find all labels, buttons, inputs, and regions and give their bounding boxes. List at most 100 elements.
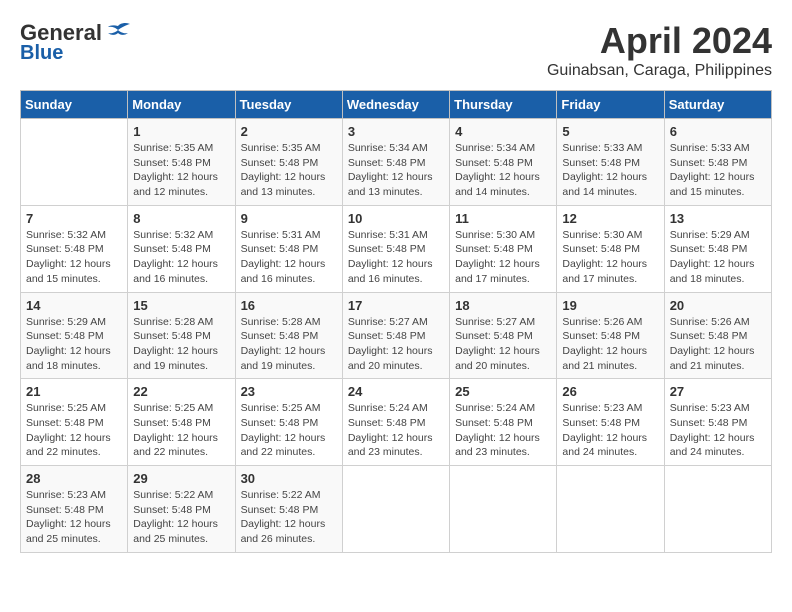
day-number: 21 <box>26 384 122 399</box>
day-of-week-monday: Monday <box>128 91 235 119</box>
day-detail: Sunrise: 5:23 AMSunset: 5:48 PMDaylight:… <box>562 401 658 460</box>
day-of-week-wednesday: Wednesday <box>342 91 449 119</box>
calendar-cell <box>21 119 128 206</box>
day-number: 19 <box>562 298 658 313</box>
day-number: 24 <box>348 384 444 399</box>
day-detail: Sunrise: 5:34 AMSunset: 5:48 PMDaylight:… <box>348 141 444 200</box>
calendar-cell: 11 Sunrise: 5:30 AMSunset: 5:48 PMDayligh… <box>450 205 557 292</box>
calendar-cell: 13 Sunrise: 5:29 AMSunset: 5:48 PMDayligh… <box>664 205 771 292</box>
page-header: General Blue April 2024 Guinabsan, Carag… <box>20 20 772 80</box>
calendar-cell: 15 Sunrise: 5:28 AMSunset: 5:48 PMDayligh… <box>128 292 235 379</box>
day-detail: Sunrise: 5:25 AMSunset: 5:48 PMDaylight:… <box>133 401 229 460</box>
calendar-cell: 18 Sunrise: 5:27 AMSunset: 5:48 PMDayligh… <box>450 292 557 379</box>
logo: General Blue <box>20 20 132 65</box>
day-of-week-tuesday: Tuesday <box>235 91 342 119</box>
day-number: 4 <box>455 124 551 139</box>
day-detail: Sunrise: 5:28 AMSunset: 5:48 PMDaylight:… <box>133 315 229 374</box>
calendar-cell: 9 Sunrise: 5:31 AMSunset: 5:48 PMDaylight… <box>235 205 342 292</box>
day-detail: Sunrise: 5:34 AMSunset: 5:48 PMDaylight:… <box>455 141 551 200</box>
day-of-week-friday: Friday <box>557 91 664 119</box>
calendar-table: SundayMondayTuesdayWednesdayThursdayFrid… <box>20 90 772 553</box>
calendar-cell <box>342 466 449 553</box>
calendar-week-row: 7 Sunrise: 5:32 AMSunset: 5:48 PMDaylight… <box>21 205 772 292</box>
calendar-cell: 1Sunrise: 5:35 AMSunset: 5:48 PMDaylight… <box>128 119 235 206</box>
calendar-cell: 23 Sunrise: 5:25 AMSunset: 5:48 PMDayligh… <box>235 379 342 466</box>
day-number: 30 <box>241 471 337 486</box>
calendar-cell: 5 Sunrise: 5:33 AMSunset: 5:48 PMDaylight… <box>557 119 664 206</box>
day-number: 16 <box>241 298 337 313</box>
location-subtitle: Guinabsan, Caraga, Philippines <box>547 62 772 80</box>
logo-bird-icon <box>104 22 132 44</box>
day-number: 11 <box>455 211 551 226</box>
calendar-cell: 7 Sunrise: 5:32 AMSunset: 5:48 PMDaylight… <box>21 205 128 292</box>
day-number: 3 <box>348 124 444 139</box>
day-detail: Sunrise: 5:32 AMSunset: 5:48 PMDaylight:… <box>26 228 122 287</box>
day-detail: Sunrise: 5:22 AMSunset: 5:48 PMDaylight:… <box>133 488 229 547</box>
calendar-cell: 2 Sunrise: 5:35 AMSunset: 5:48 PMDaylight… <box>235 119 342 206</box>
day-detail: Sunrise: 5:27 AMSunset: 5:48 PMDaylight:… <box>455 315 551 374</box>
day-number: 18 <box>455 298 551 313</box>
day-detail: Sunrise: 5:25 AMSunset: 5:48 PMDaylight:… <box>26 401 122 460</box>
calendar-cell <box>450 466 557 553</box>
day-number: 22 <box>133 384 229 399</box>
day-number: 2 <box>241 124 337 139</box>
day-number: 28 <box>26 471 122 486</box>
calendar-cell: 16 Sunrise: 5:28 AMSunset: 5:48 PMDayligh… <box>235 292 342 379</box>
title-section: April 2024 Guinabsan, Caraga, Philippine… <box>547 20 772 80</box>
day-number: 8 <box>133 211 229 226</box>
day-detail: Sunrise: 5:30 AMSunset: 5:48 PMDaylight:… <box>455 228 551 287</box>
day-detail: Sunrise: 5:25 AMSunset: 5:48 PMDaylight:… <box>241 401 337 460</box>
days-of-week-row: SundayMondayTuesdayWednesdayThursdayFrid… <box>21 91 772 119</box>
day-detail: Sunrise: 5:28 AMSunset: 5:48 PMDaylight:… <box>241 315 337 374</box>
calendar-week-row: 14Sunrise: 5:29 AMSunset: 5:48 PMDayligh… <box>21 292 772 379</box>
day-detail: Sunrise: 5:31 AMSunset: 5:48 PMDaylight:… <box>348 228 444 287</box>
calendar-cell <box>557 466 664 553</box>
calendar-body: 1Sunrise: 5:35 AMSunset: 5:48 PMDaylight… <box>21 119 772 553</box>
day-detail: Sunrise: 5:32 AMSunset: 5:48 PMDaylight:… <box>133 228 229 287</box>
calendar-cell: 24 Sunrise: 5:24 AMSunset: 5:48 PMDayligh… <box>342 379 449 466</box>
calendar-cell: 20Sunrise: 5:26 AMSunset: 5:48 PMDayligh… <box>664 292 771 379</box>
day-number: 5 <box>562 124 658 139</box>
day-number: 9 <box>241 211 337 226</box>
calendar-cell: 14Sunrise: 5:29 AMSunset: 5:48 PMDayligh… <box>21 292 128 379</box>
calendar-cell: 3 Sunrise: 5:34 AMSunset: 5:48 PMDaylight… <box>342 119 449 206</box>
day-of-week-sunday: Sunday <box>21 91 128 119</box>
day-number: 7 <box>26 211 122 226</box>
day-detail: Sunrise: 5:35 AMSunset: 5:48 PMDaylight:… <box>133 141 229 200</box>
day-detail: Sunrise: 5:33 AMSunset: 5:48 PMDaylight:… <box>562 141 658 200</box>
day-number: 12 <box>562 211 658 226</box>
day-detail: Sunrise: 5:23 AMSunset: 5:48 PMDaylight:… <box>670 401 766 460</box>
day-detail: Sunrise: 5:24 AMSunset: 5:48 PMDaylight:… <box>348 401 444 460</box>
day-number: 17 <box>348 298 444 313</box>
day-number: 20 <box>670 298 766 313</box>
day-detail: Sunrise: 5:26 AMSunset: 5:48 PMDaylight:… <box>562 315 658 374</box>
day-detail: Sunrise: 5:29 AMSunset: 5:48 PMDaylight:… <box>670 228 766 287</box>
day-detail: Sunrise: 5:24 AMSunset: 5:48 PMDaylight:… <box>455 401 551 460</box>
calendar-cell <box>664 466 771 553</box>
calendar-cell: 8 Sunrise: 5:32 AMSunset: 5:48 PMDaylight… <box>128 205 235 292</box>
calendar-cell: 29 Sunrise: 5:22 AMSunset: 5:48 PMDayligh… <box>128 466 235 553</box>
day-number: 13 <box>670 211 766 226</box>
day-number: 23 <box>241 384 337 399</box>
calendar-cell: 25 Sunrise: 5:24 AMSunset: 5:48 PMDayligh… <box>450 379 557 466</box>
day-detail: Sunrise: 5:33 AMSunset: 5:48 PMDaylight:… <box>670 141 766 200</box>
calendar-cell: 28Sunrise: 5:23 AMSunset: 5:48 PMDayligh… <box>21 466 128 553</box>
day-detail: Sunrise: 5:29 AMSunset: 5:48 PMDaylight:… <box>26 315 122 374</box>
day-number: 29 <box>133 471 229 486</box>
calendar-week-row: 28Sunrise: 5:23 AMSunset: 5:48 PMDayligh… <box>21 466 772 553</box>
day-detail: Sunrise: 5:35 AMSunset: 5:48 PMDaylight:… <box>241 141 337 200</box>
calendar-cell: 6Sunrise: 5:33 AMSunset: 5:48 PMDaylight… <box>664 119 771 206</box>
calendar-cell: 26Sunrise: 5:23 AMSunset: 5:48 PMDayligh… <box>557 379 664 466</box>
calendar-week-row: 1Sunrise: 5:35 AMSunset: 5:48 PMDaylight… <box>21 119 772 206</box>
day-number: 25 <box>455 384 551 399</box>
day-number: 15 <box>133 298 229 313</box>
calendar-cell: 30 Sunrise: 5:22 AMSunset: 5:48 PMDayligh… <box>235 466 342 553</box>
calendar-cell: 17 Sunrise: 5:27 AMSunset: 5:48 PMDayligh… <box>342 292 449 379</box>
day-of-week-thursday: Thursday <box>450 91 557 119</box>
day-detail: Sunrise: 5:27 AMSunset: 5:48 PMDaylight:… <box>348 315 444 374</box>
day-detail: Sunrise: 5:22 AMSunset: 5:48 PMDaylight:… <box>241 488 337 547</box>
day-detail: Sunrise: 5:31 AMSunset: 5:48 PMDaylight:… <box>241 228 337 287</box>
calendar-week-row: 21 Sunrise: 5:25 AMSunset: 5:48 PMDayligh… <box>21 379 772 466</box>
day-number: 10 <box>348 211 444 226</box>
calendar-cell: 4 Sunrise: 5:34 AMSunset: 5:48 PMDaylight… <box>450 119 557 206</box>
